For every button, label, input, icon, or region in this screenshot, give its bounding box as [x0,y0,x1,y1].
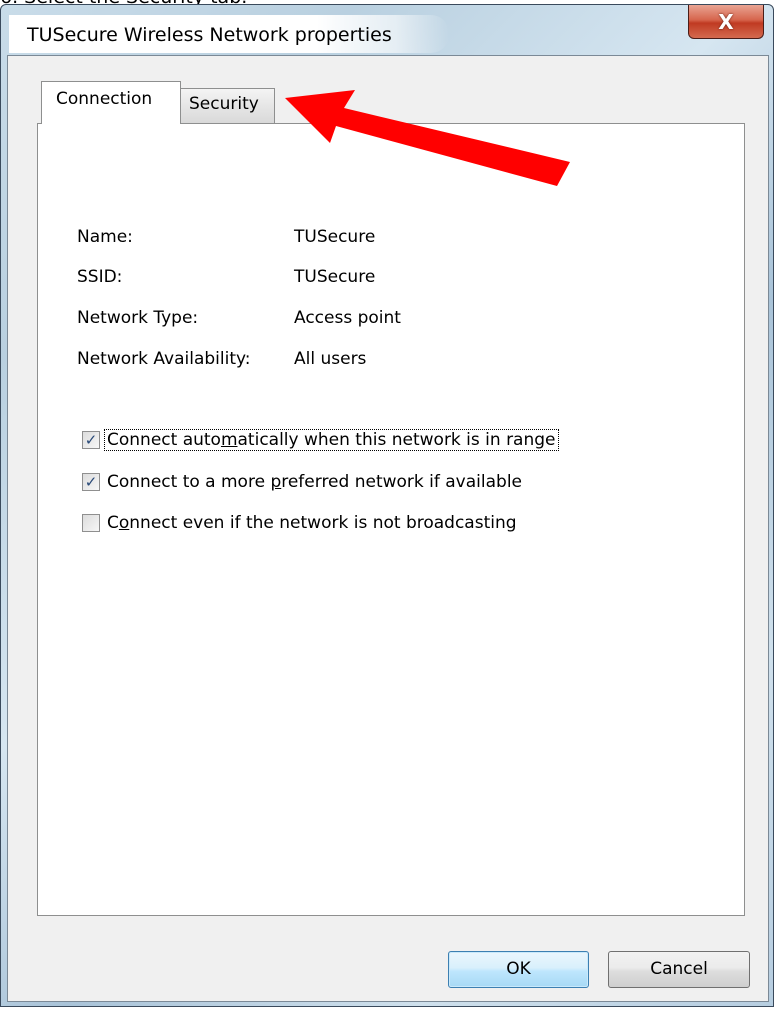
connect-automatically-checkbox[interactable]: ✓ [82,431,100,449]
network-type-label: Network Type: [77,308,199,328]
name-label: Name: [77,227,133,247]
ok-button[interactable]: OK [448,951,589,988]
connect-not-broadcasting-option[interactable]: Connect even if the network is not broad… [82,510,519,536]
properties-dialog: TUSecure Wireless Network properties X N… [0,4,774,1007]
checkmark-icon: ✓ [84,430,98,449]
checkmark-icon: ✓ [84,472,98,491]
tab-connection[interactable]: Connection [41,81,181,124]
window-title: TUSecure Wireless Network properties [27,24,392,46]
tab-security[interactable]: Security [181,88,275,123]
connect-automatically-option[interactable]: ✓ Connect automatically when this networ… [82,427,559,453]
connection-tab-page: Name: TUSecure SSID: TUSecure Network Ty… [37,123,745,916]
screenshot: 6. Select the Security tab. TUSecure Wir… [0,0,775,1009]
connect-preferred-option[interactable]: ✓ Connect to a more preferred network if… [82,469,524,495]
network-availability-label: Network Availability: [77,349,251,369]
ssid-value: TUSecure [294,267,376,287]
close-icon: X [718,9,734,34]
connect-not-broadcasting-label[interactable]: Connect even if the network is not broad… [105,513,519,533]
ssid-label: SSID: [77,267,123,287]
cancel-button[interactable]: Cancel [608,951,750,988]
network-type-value: Access point [294,308,401,328]
close-button[interactable]: X [688,5,764,39]
connect-preferred-label[interactable]: Connect to a more preferred network if a… [105,472,524,492]
connect-automatically-label[interactable]: Connect automatically when this network … [104,429,559,451]
network-availability-value: All users [294,349,367,369]
connect-preferred-checkbox[interactable]: ✓ [82,473,100,491]
connect-not-broadcasting-checkbox[interactable] [82,514,100,532]
name-value: TUSecure [294,227,376,247]
dialog-client-area: Name: TUSecure SSID: TUSecure Network Ty… [7,55,769,1002]
